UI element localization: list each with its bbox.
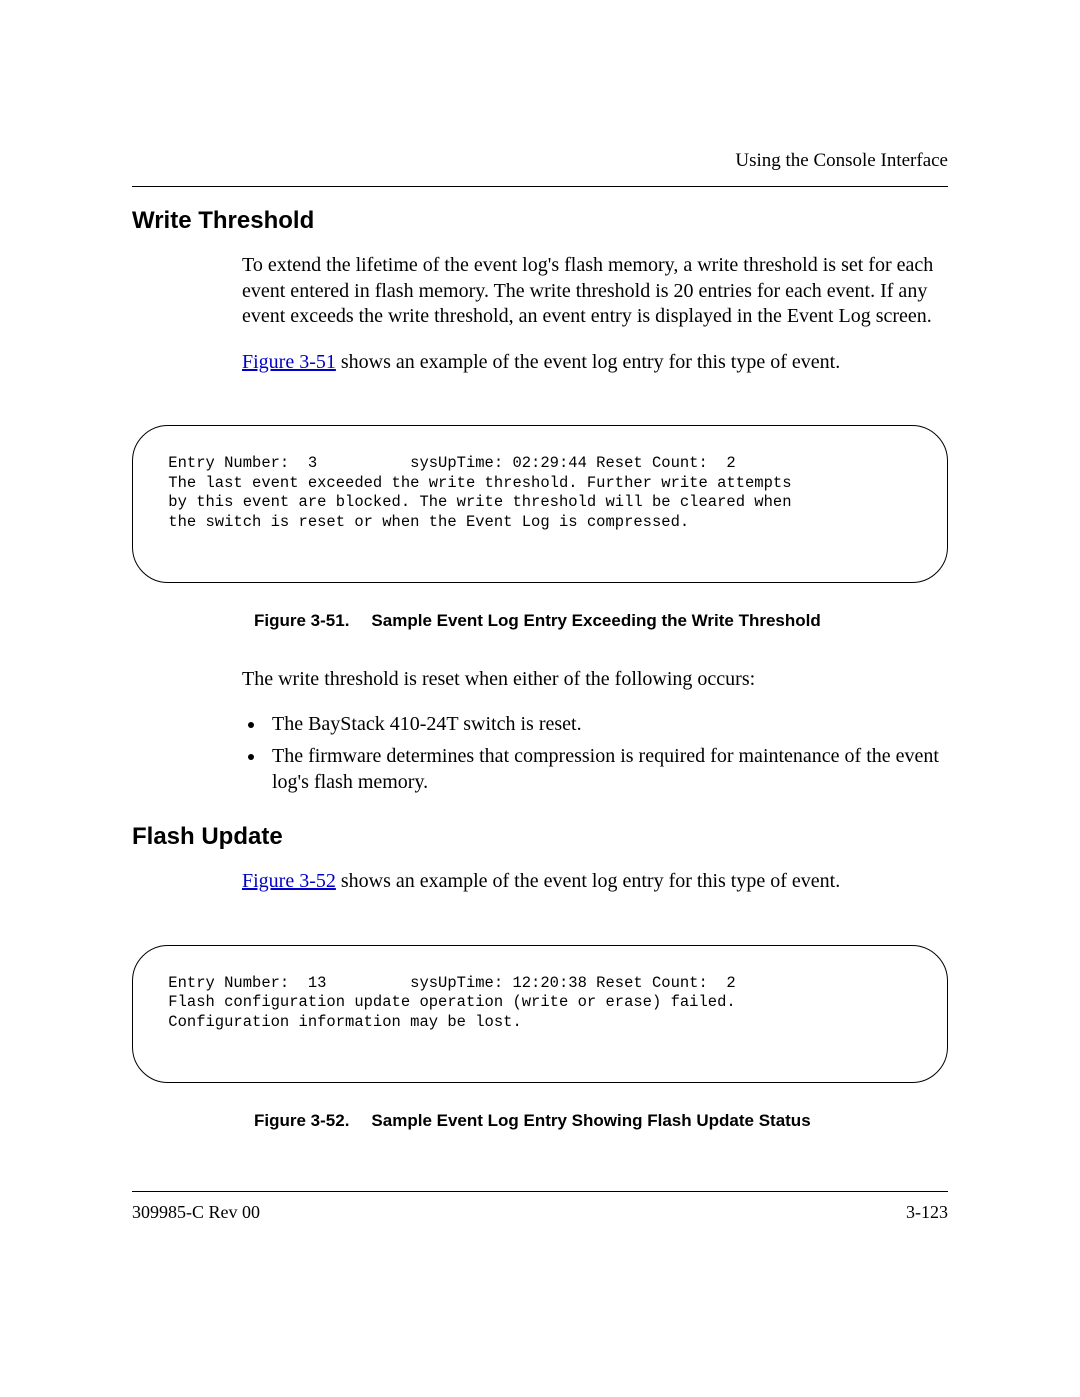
bullet-2: The firmware determines that compression… (266, 744, 948, 795)
flash-update-body: Figure 3-52 shows an example of the even… (242, 869, 948, 895)
header-rule (132, 186, 948, 187)
figref-3-51-link[interactable]: Figure 3-51 (242, 351, 336, 373)
heading-flash-update: Flash Update (132, 823, 948, 851)
write-threshold-body: To extend the lifetime of the event log'… (242, 253, 948, 375)
log-box-2-text: Entry Number: 13 sysUpTime: 12:20:38 Res… (159, 974, 921, 1032)
figure-3-52-caption-title: Sample Event Log Entry Showing Flash Upd… (371, 1111, 810, 1130)
log-box-2-frame: Entry Number: 13 sysUpTime: 12:20:38 Res… (132, 945, 948, 1083)
flash-update-p1: Figure 3-52 shows an example of the even… (242, 869, 948, 895)
page-footer: 309985-C Rev 00 3-123 (132, 1191, 948, 1223)
heading-write-threshold: Write Threshold (132, 207, 948, 235)
write-threshold-p1: To extend the lifetime of the event log'… (242, 253, 948, 330)
log-box-1-frame: Entry Number: 3 sysUpTime: 02:29:44 Rese… (132, 425, 948, 583)
figure-3-51-caption: Figure 3-51. Sample Event Log Entry Excee… (242, 611, 948, 631)
flash-update-p1-after: shows an example of the event log entry … (336, 870, 840, 892)
footer-rule (132, 1191, 948, 1192)
footer-left: 309985-C Rev 00 (132, 1202, 260, 1223)
write-threshold-bullets: The BayStack 410-24T switch is reset. Th… (242, 712, 948, 795)
figure-3-52-caption-label: Figure 3-52. (254, 1111, 349, 1130)
write-threshold-p2-after: shows an example of the event log entry … (336, 351, 840, 373)
page-content: Using the Console Interface Write Thresh… (0, 0, 1080, 1131)
write-threshold-p2: Figure 3-51 shows an example of the even… (242, 350, 948, 376)
figure-3-52-caption: Figure 3-52. Sample Event Log Entry Showi… (242, 1111, 948, 1131)
figure-3-51-caption-label: Figure 3-51. (254, 611, 349, 630)
bullet-1: The BayStack 410-24T switch is reset. (266, 712, 948, 738)
figure-3-51-caption-title: Sample Event Log Entry Exceeding the Wri… (371, 611, 820, 630)
running-header: Using the Console Interface (132, 150, 948, 172)
log-box-1-text: Entry Number: 3 sysUpTime: 02:29:44 Rese… (159, 454, 921, 532)
log-box-1: Entry Number: 3 sysUpTime: 02:29:44 Rese… (132, 425, 948, 583)
figref-3-52-link[interactable]: Figure 3-52 (242, 870, 336, 892)
write-threshold-p3: The write threshold is reset when either… (242, 667, 948, 693)
log-box-2: Entry Number: 13 sysUpTime: 12:20:38 Res… (132, 945, 948, 1083)
footer-right: 3-123 (906, 1202, 948, 1223)
